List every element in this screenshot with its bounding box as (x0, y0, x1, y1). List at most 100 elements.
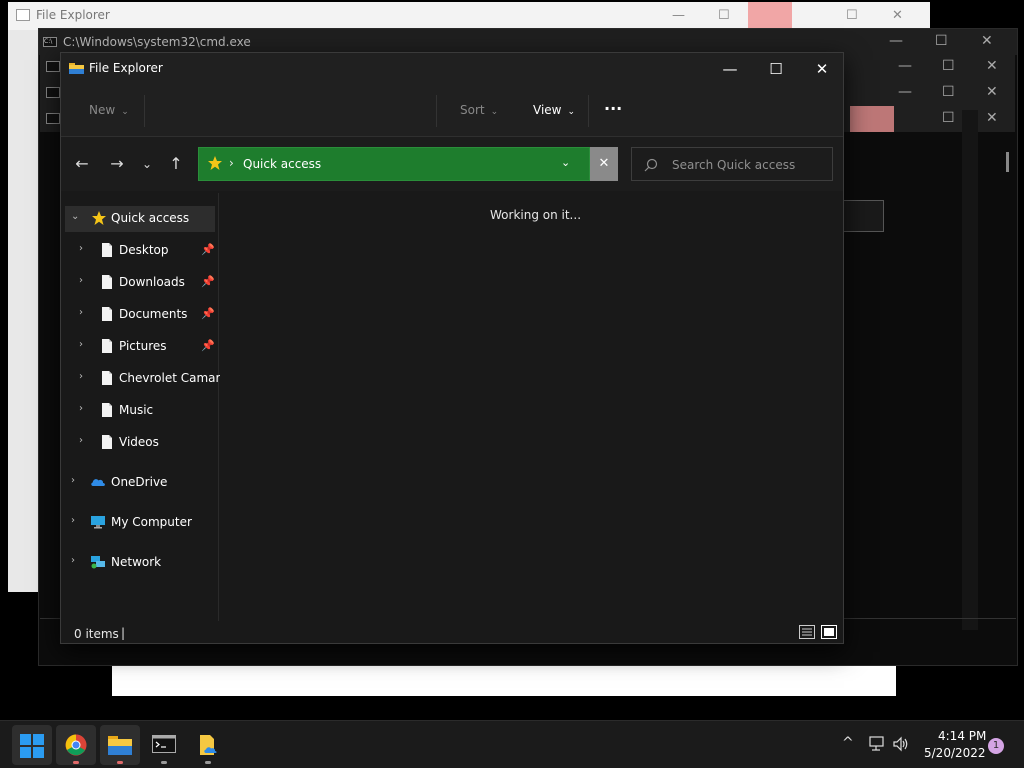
minimize-icon[interactable]: — (898, 58, 912, 74)
taskbar-chrome[interactable] (56, 725, 96, 765)
chevron-down-icon: ⌄ (121, 107, 129, 117)
maximize-icon[interactable]: ☐ (846, 8, 858, 23)
maximize-icon[interactable]: ☐ (935, 33, 948, 49)
sidebar-item-label: OneDrive (111, 475, 168, 489)
close-icon[interactable]: ✕ (986, 58, 998, 74)
show-hidden-icons-chevron-icon[interactable]: ^ (842, 735, 854, 751)
taskbar-file-explorer[interactable] (100, 725, 140, 765)
file-icon (102, 403, 112, 417)
window-title: File Explorer (89, 61, 163, 75)
sidebar-item-chevrolet-camaro[interactable]: › Chevrolet Camaro (61, 366, 228, 392)
sidebar-item-network[interactable]: › Network (61, 550, 219, 576)
chevron-right-icon[interactable]: › (71, 475, 75, 486)
chevron-right-icon[interactable]: › (79, 307, 83, 318)
close-button[interactable] (748, 2, 792, 30)
maximize-icon[interactable]: ☐ (942, 84, 955, 100)
minimize-icon[interactable]: — (898, 84, 912, 100)
close-icon[interactable]: ✕ (892, 8, 903, 23)
chevron-right-icon[interactable]: › (79, 403, 83, 414)
more-options-icon[interactable]: ··· (604, 99, 622, 118)
file-icon (102, 307, 112, 321)
sidebar-item-downloads[interactable]: › Downloads 📌 (61, 270, 219, 296)
sidebar-item-videos[interactable]: › Videos (61, 430, 219, 456)
search-icon (644, 158, 658, 172)
background-title-bar[interactable]: File Explorer — ☐ ☐ ✕ (8, 2, 930, 30)
start-button[interactable] (12, 725, 52, 765)
address-dropdown-chevron-icon[interactable]: ⌄ (561, 156, 570, 169)
maximize-icon[interactable]: ☐ (942, 58, 955, 74)
cmd-icon (46, 61, 60, 72)
taskbar-terminal[interactable] (144, 725, 184, 765)
pin-icon: 📌 (201, 339, 215, 352)
sidebar-item-label: My Computer (111, 515, 192, 529)
chevron-right-icon[interactable]: › (71, 555, 75, 566)
computer-icon (91, 516, 105, 529)
status-bar: 0 items | (61, 621, 843, 643)
navigation-bar: ← → ⌄ ↑ › Quick access ⌄ ✕ Search Quick … (61, 137, 843, 191)
address-bar[interactable]: › Quick access ⌄ (198, 147, 590, 181)
cmd-scrollbar[interactable] (962, 110, 978, 630)
background-window-title: File Explorer (36, 8, 110, 22)
close-button-hover[interactable] (850, 106, 894, 132)
explorer-title-bar[interactable]: File Explorer — ☐ ✕ (61, 53, 843, 85)
clear-address-icon[interactable]: ✕ (590, 147, 618, 181)
chevron-right-icon[interactable]: › (79, 275, 83, 286)
new-button[interactable]: New ⌄ (89, 103, 129, 117)
running-indicator (205, 761, 211, 764)
sidebar-item-my-computer[interactable]: › My Computer (61, 510, 219, 536)
running-indicator (117, 761, 123, 764)
minimize-icon[interactable]: — (672, 8, 685, 23)
close-button[interactable]: ✕ (799, 57, 845, 81)
sidebar-item-quick-access[interactable]: ⌄ Quick access (65, 206, 215, 232)
status-separator: | (121, 626, 126, 640)
clock-time[interactable]: 4:14 PM (938, 729, 986, 743)
loading-message: Working on it... (490, 208, 582, 222)
details-view-icon[interactable] (799, 625, 815, 639)
sort-button[interactable]: Sort ⌄ (460, 103, 498, 117)
chevron-right-icon[interactable]: › (79, 435, 83, 446)
maximize-button[interactable]: ☐ (753, 57, 799, 81)
sidebar-item-music[interactable]: › Music (61, 398, 219, 424)
search-placeholder: Search Quick access (672, 158, 796, 172)
close-icon[interactable]: ✕ (986, 110, 998, 126)
minimize-icon[interactable]: — (889, 33, 903, 49)
large-icons-view-icon[interactable] (821, 625, 837, 639)
sidebar-item-label: Downloads (119, 275, 185, 289)
back-arrow-icon[interactable]: ← (71, 155, 93, 173)
network-status-icon[interactable] (868, 735, 886, 753)
volume-icon[interactable] (892, 735, 910, 753)
breadcrumb-quick-access[interactable]: Quick access (243, 157, 321, 171)
running-indicator (73, 761, 79, 764)
chevron-right-icon[interactable]: › (79, 243, 83, 254)
recent-locations-chevron-icon[interactable]: ⌄ (136, 155, 158, 173)
chevron-down-icon: ⌄ (490, 107, 499, 117)
cmd-scrollbar-thumb[interactable] (1006, 152, 1009, 172)
sidebar-item-pictures[interactable]: › Pictures 📌 (61, 334, 219, 360)
search-input[interactable]: Search Quick access (631, 147, 833, 181)
chrome-icon (65, 734, 87, 756)
sidebar-item-documents[interactable]: › Documents 📌 (61, 302, 219, 328)
chevron-right-icon[interactable]: › (79, 371, 83, 382)
maximize-icon[interactable]: ☐ (718, 8, 730, 23)
up-arrow-icon[interactable]: ↑ (165, 155, 187, 173)
sidebar-item-onedrive[interactable]: › OneDrive (61, 470, 219, 496)
taskbar-folder-cloud[interactable] (188, 725, 228, 765)
file-explorer-window[interactable]: File Explorer — ☐ ✕ New ⌄ Sort ⌄ View ⌄ ···… (60, 52, 844, 644)
sidebar-item-label: Documents (119, 307, 188, 321)
notification-badge[interactable]: 1 (988, 738, 1004, 754)
sidebar-item-desktop[interactable]: › Desktop 📌 (61, 238, 219, 264)
close-icon[interactable]: ✕ (986, 84, 998, 100)
chevron-down-icon[interactable]: ⌄ (71, 211, 79, 222)
chevron-right-icon[interactable]: › (79, 339, 83, 350)
view-button[interactable]: View ⌄ (533, 103, 575, 117)
file-list-pane[interactable]: Working on it... (220, 193, 842, 623)
clock-date[interactable]: 5/20/2022 (924, 746, 986, 760)
command-bar: New ⌄ Sort ⌄ View ⌄ ··· (61, 85, 843, 137)
minimize-button[interactable]: — (707, 57, 753, 81)
forward-arrow-icon[interactable]: → (106, 155, 128, 173)
maximize-icon[interactable]: ☐ (942, 110, 955, 126)
chevron-right-icon[interactable]: › (71, 515, 75, 526)
running-indicator (161, 761, 167, 764)
cmd-icon (46, 113, 60, 124)
close-icon[interactable]: ✕ (981, 33, 993, 49)
